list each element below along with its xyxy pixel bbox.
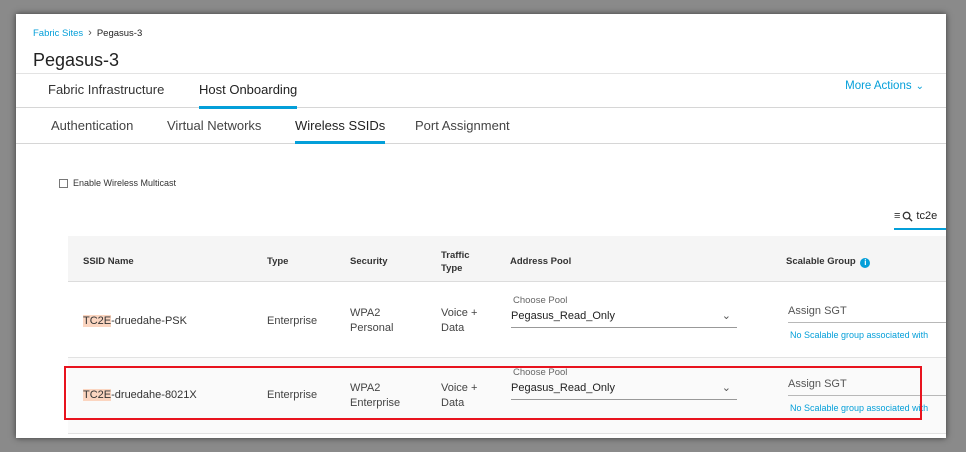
- table-row: TC2E-druedahe-PSK Enterprise WPA2 Person…: [68, 282, 946, 358]
- chevron-down-icon: ⌄: [721, 382, 731, 394]
- table-row: TC2E-druedahe-8021X Enterprise WPA2 Ente…: [68, 358, 946, 434]
- info-icon[interactable]: i: [860, 258, 871, 268]
- ssid-type: Enterprise: [267, 315, 318, 327]
- app-window: Fabric Sites › Pegasus-3 Pegasus-3 Fabri…: [16, 14, 946, 438]
- traffic-line2: Data: [441, 397, 465, 409]
- header-traffic-type-line2: Type: [441, 263, 463, 274]
- ssid-security: WPA2 Personal: [350, 306, 393, 336]
- tab-authentication[interactable]: Authentication: [51, 118, 133, 144]
- header-scalable-group: Scalable Group i: [786, 256, 871, 268]
- ssid-name-rest: -druedahe-8021X: [111, 389, 197, 401]
- tab-wireless-ssids[interactable]: Wireless SSIDs: [295, 118, 386, 144]
- tab-fabric-infrastructure[interactable]: Fabric Infrastructure: [48, 82, 164, 109]
- ssid-name-match: TC2E: [83, 389, 112, 401]
- security-line2: Enterprise: [350, 397, 401, 409]
- address-pool-select[interactable]: Pegasus_Read_Only ⌄: [511, 376, 737, 400]
- sub-tab-bar: Authentication Virtual Networks Wireless…: [16, 109, 946, 144]
- ssid-name-match: TC2E: [83, 315, 112, 327]
- traffic-line1: Voice +: [441, 382, 478, 394]
- header-traffic-type: Traffic Type: [441, 249, 470, 275]
- traffic-line2: Data: [441, 322, 465, 334]
- header-type: Type: [267, 256, 289, 267]
- more-actions-button[interactable]: More Actions ⌄: [845, 80, 924, 92]
- search-box[interactable]: ≡ tc2e: [894, 204, 946, 230]
- multicast-label: Enable Wireless Multicast: [73, 178, 177, 188]
- ssid-name: TC2E-druedahe-8021X: [83, 389, 197, 401]
- security-line1: WPA2: [350, 382, 381, 394]
- pool-value: Pegasus_Read_Only: [511, 381, 615, 394]
- ssid-name: TC2E-druedahe-PSK: [83, 315, 187, 327]
- header-address-pool: Address Pool: [510, 256, 572, 267]
- more-actions-label: More Actions: [845, 80, 912, 92]
- header-security: Security: [350, 256, 388, 267]
- page-title: Pegasus-3: [33, 50, 120, 70]
- traffic-line1: Voice +: [441, 307, 478, 319]
- tab-host-onboarding[interactable]: Host Onboarding: [199, 82, 298, 109]
- table-header: SSID Name Type Security Traffic Type Add…: [68, 236, 946, 282]
- tab-port-assignment[interactable]: Port Assignment: [415, 118, 510, 144]
- ssid-table: SSID Name Type Security Traffic Type Add…: [68, 236, 946, 434]
- assign-sgt-input[interactable]: Assign SGT: [788, 299, 946, 323]
- top-tab-bar: Fabric Infrastructure Host Onboarding Mo…: [16, 73, 946, 109]
- search-icon: [903, 211, 913, 222]
- tab-virtual-networks[interactable]: Virtual Networks: [167, 118, 261, 144]
- chevron-down-icon: ⌄: [915, 80, 924, 92]
- chevron-right-icon: ›: [88, 27, 92, 39]
- pool-value: Pegasus_Read_Only: [511, 309, 615, 322]
- security-line1: WPA2: [350, 307, 381, 319]
- multicast-checkbox[interactable]: [59, 178, 68, 188]
- security-line2: Personal: [350, 322, 394, 334]
- header-scalable-group-label: Scalable Group: [786, 256, 856, 267]
- address-pool-select[interactable]: Pegasus_Read_Only ⌄: [511, 304, 737, 328]
- filter-icon[interactable]: ≡: [894, 210, 901, 222]
- header-traffic-type-line1: Traffic: [441, 250, 470, 261]
- ssid-traffic-type: Voice + Data: [441, 381, 477, 411]
- search-input[interactable]: tc2e: [916, 210, 937, 222]
- chevron-down-icon: ⌄: [721, 310, 731, 322]
- wireless-multicast-option[interactable]: Enable Wireless Multicast: [59, 178, 176, 188]
- ssid-type: Enterprise: [267, 389, 318, 401]
- breadcrumb: Fabric Sites › Pegasus-3: [33, 27, 142, 39]
- ssid-traffic-type: Voice + Data: [441, 306, 477, 336]
- breadcrumb-link-fabric-sites[interactable]: Fabric Sites: [33, 28, 83, 39]
- header-ssid-name: SSID Name: [83, 256, 134, 267]
- ssid-security: WPA2 Enterprise: [350, 381, 400, 411]
- breadcrumb-current: Pegasus-3: [96, 27, 143, 39]
- sgt-note: No Scalable group associated with: [790, 330, 929, 340]
- assign-sgt-input[interactable]: Assign SGT: [788, 372, 946, 396]
- ssid-name-rest: -druedahe-PSK: [111, 315, 187, 327]
- sgt-note: No Scalable group associated with: [790, 403, 929, 413]
